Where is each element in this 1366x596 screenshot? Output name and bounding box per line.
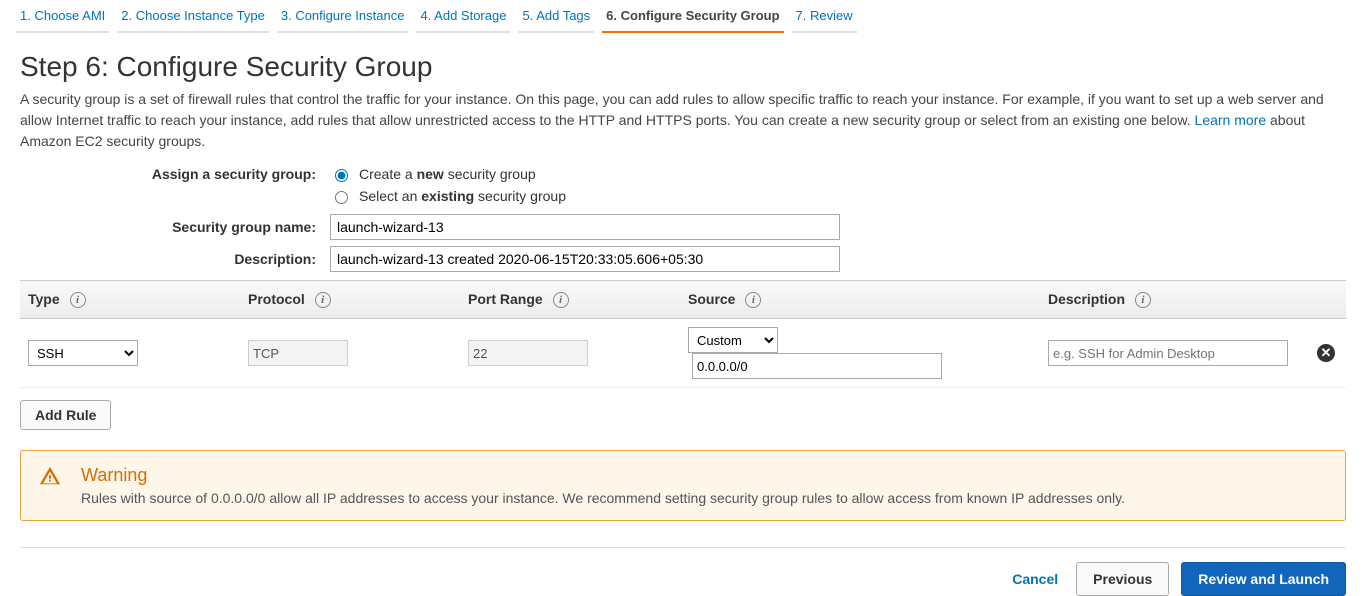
tab-choose-ami[interactable]: 1. Choose AMI bbox=[16, 0, 109, 33]
assign-security-group-label: Assign a security group: bbox=[20, 166, 330, 182]
warning-icon bbox=[39, 465, 61, 506]
radio-select-existing-sg-label: Select an existing security group bbox=[359, 188, 566, 204]
previous-button[interactable]: Previous bbox=[1076, 562, 1169, 596]
radio-create-new-sg-input[interactable] bbox=[335, 169, 348, 182]
radio-create-new-sg-label: Create a new security group bbox=[359, 166, 536, 182]
column-header-port-range: Port Range i bbox=[460, 281, 680, 319]
page-title: Step 6: Configure Security Group bbox=[20, 51, 1346, 83]
tab-review[interactable]: 7. Review bbox=[792, 0, 857, 33]
wizard-footer: Cancel Previous Review and Launch bbox=[20, 547, 1346, 596]
radio-create-new-sg[interactable]: Create a new security group bbox=[330, 166, 536, 182]
info-icon[interactable]: i bbox=[1135, 292, 1151, 308]
radio-select-existing-sg[interactable]: Select an existing security group bbox=[330, 188, 566, 204]
security-group-name-input[interactable] bbox=[330, 214, 840, 240]
tab-configure-instance[interactable]: 3. Configure Instance bbox=[277, 0, 409, 33]
warning-text: Rules with source of 0.0.0.0/0 allow all… bbox=[81, 490, 1125, 506]
rule-source-mode-select[interactable]: Custom bbox=[688, 327, 778, 353]
tab-add-tags[interactable]: 5. Add Tags bbox=[518, 0, 594, 33]
security-group-name-label: Security group name: bbox=[20, 219, 330, 235]
info-icon[interactable]: i bbox=[315, 292, 331, 308]
add-rule-button[interactable]: Add Rule bbox=[20, 400, 111, 430]
learn-more-link[interactable]: Learn more bbox=[1195, 112, 1267, 128]
table-row: SSH Custom ✕ bbox=[20, 319, 1346, 388]
rule-description-input[interactable] bbox=[1048, 340, 1288, 366]
blurb-text-pre: A security group is a set of firewall ru… bbox=[20, 91, 1324, 128]
rule-protocol-input bbox=[248, 340, 348, 366]
page-description: A security group is a set of firewall ru… bbox=[20, 89, 1346, 152]
column-header-description: Description i bbox=[1040, 281, 1306, 319]
security-group-description-label: Description: bbox=[20, 251, 330, 267]
rule-port-range-input bbox=[468, 340, 588, 366]
info-icon[interactable]: i bbox=[745, 292, 761, 308]
column-header-protocol: Protocol i bbox=[240, 281, 460, 319]
warning-title: Warning bbox=[81, 465, 1125, 486]
remove-rule-icon[interactable]: ✕ bbox=[1317, 344, 1335, 362]
warning-box: Warning Rules with source of 0.0.0.0/0 a… bbox=[20, 450, 1346, 521]
wizard-tabs: 1. Choose AMI 2. Choose Instance Type 3.… bbox=[16, 0, 1350, 33]
radio-select-existing-sg-input[interactable] bbox=[335, 191, 348, 204]
info-icon[interactable]: i bbox=[70, 292, 86, 308]
tab-add-storage[interactable]: 4. Add Storage bbox=[416, 0, 510, 33]
column-header-type: Type i bbox=[20, 281, 240, 319]
info-icon[interactable]: i bbox=[553, 292, 569, 308]
review-and-launch-button[interactable]: Review and Launch bbox=[1181, 562, 1346, 596]
rule-type-select[interactable]: SSH bbox=[28, 340, 138, 366]
security-group-description-input[interactable] bbox=[330, 246, 840, 272]
rule-source-cidr-input[interactable] bbox=[692, 353, 942, 379]
tab-choose-instance-type[interactable]: 2. Choose Instance Type bbox=[117, 0, 269, 33]
security-group-rules-table: Type i Protocol i Port Range i Source i … bbox=[20, 280, 1346, 388]
tab-configure-security-group[interactable]: 6. Configure Security Group bbox=[602, 0, 783, 33]
column-header-source: Source i bbox=[680, 281, 1040, 319]
